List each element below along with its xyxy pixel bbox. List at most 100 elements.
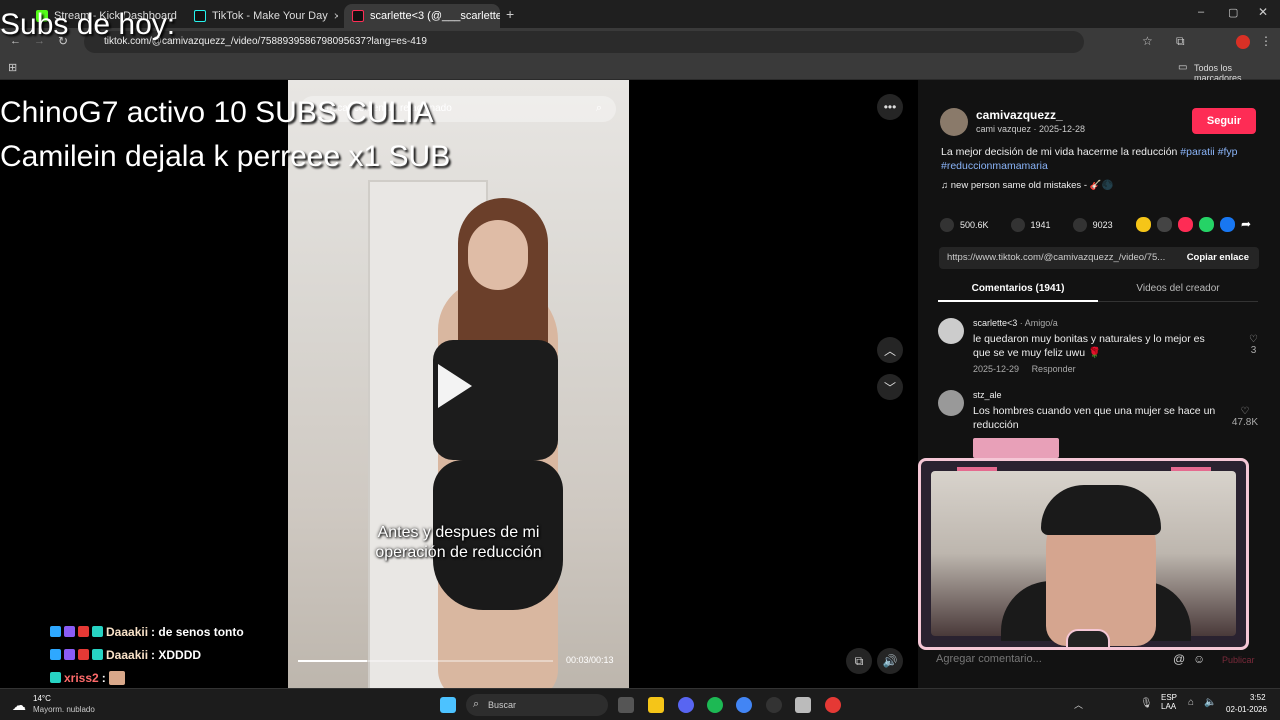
video-caption: Antes y despues de mi operación de reduc… (288, 523, 629, 563)
music-row[interactable]: ♫ new person same old mistakes - 🎸🌑 (941, 180, 1113, 191)
volume-icon[interactable]: 🔊 (877, 648, 903, 674)
streamer-webcam (918, 458, 1249, 650)
embed-icon[interactable] (1157, 217, 1172, 232)
send-icon[interactable] (1178, 217, 1193, 232)
creator-username[interactable]: camivazquezz_ (976, 108, 1063, 122)
share-url: https://www.tiktok.com/@camivazquezz_/vi… (947, 252, 1166, 263)
profile-avatar[interactable] (1236, 35, 1250, 49)
more-options-button[interactable]: ••• (877, 94, 903, 120)
new-tab-button[interactable]: + (506, 6, 514, 22)
tab-creator-videos[interactable]: Videos del creador (1098, 280, 1258, 302)
commenter-avatar[interactable] (938, 318, 964, 344)
bookmark-star-icon[interactable]: ☆ (1142, 34, 1153, 48)
webcam-hat (1041, 485, 1161, 535)
weather-temp[interactable]: 14°C (33, 694, 51, 703)
commenter-name[interactable]: scarlette<3 · Amigo/a (973, 318, 1058, 328)
play-icon[interactable] (438, 364, 472, 408)
extensions-icon[interactable]: ⧉ (1176, 34, 1185, 49)
mention-icon[interactable]: @ (1173, 652, 1185, 666)
emoji-icon[interactable]: ☺ (1193, 652, 1205, 666)
video-description: La mejor decisión de mi vida hacerme la … (941, 145, 1261, 173)
creator-subtitle: cami vazquez · 2025-12-28 (976, 124, 1086, 134)
comment-action[interactable]: 1941 (1010, 218, 1051, 232)
weather-cloud-icon[interactable]: ☁ (12, 697, 26, 714)
webcam-feed (931, 471, 1236, 646)
heart-outline-icon: ♡ (1240, 406, 1250, 417)
comment-like[interactable]: ♡ 3 (1249, 334, 1258, 356)
add-comment-input[interactable]: Agregar comentario... (936, 648, 1196, 672)
app-icon[interactable] (795, 697, 811, 713)
microphone-icon[interactable]: 🎙 (1140, 698, 1153, 709)
commenter-avatar[interactable] (938, 390, 964, 416)
folder-icon: ▭ (1178, 62, 1188, 73)
caption-line: Antes y despues de mi (377, 524, 540, 541)
chat-username: Daaakii (106, 647, 149, 662)
commenter-name[interactable]: stz_ale (973, 390, 1002, 400)
comment-like-count: 47.8K (1231, 417, 1258, 428)
obs-icon[interactable] (766, 697, 782, 713)
tab-comments[interactable]: Comentarios (1941) (938, 280, 1098, 302)
next-video-button[interactable]: ﹀ (877, 374, 903, 400)
clock-time[interactable]: 3:52 (1250, 693, 1266, 702)
tray-chevron-icon[interactable]: ︿ (1074, 698, 1083, 711)
facebook-icon[interactable] (1220, 217, 1235, 232)
save-action[interactable]: 9023 (1072, 218, 1113, 232)
chrome-icon[interactable] (736, 697, 752, 713)
chat-message: xriss2 : (50, 666, 530, 689)
whatsapp-icon[interactable] (1199, 217, 1214, 232)
discord-icon[interactable] (678, 697, 694, 713)
tab-tiktok-home[interactable]: TikTok - Make Your Day × (186, 4, 338, 28)
tab-scarlette[interactable]: scarlette<3 (@___scarlette___) × (344, 4, 500, 28)
pip-button[interactable]: ⧉ (846, 648, 872, 674)
restore-button[interactable]: ▢ (1228, 6, 1238, 19)
taskbar-search-input[interactable]: ⌕ Buscar (466, 694, 608, 716)
task-view-icon[interactable] (618, 697, 634, 713)
share-icons: ➦ (1136, 217, 1251, 232)
comment-like[interactable]: ♡ 47.8K (1232, 406, 1258, 428)
music-title: new person same old mistakes - 🎸🌑 (950, 180, 1114, 191)
caption-line: operación de reducción (375, 544, 542, 561)
copy-link-button[interactable]: Copiar enlace (1187, 252, 1249, 263)
tiktok-icon (352, 10, 364, 22)
file-explorer-icon[interactable] (648, 697, 664, 713)
spotify-icon[interactable] (707, 697, 723, 713)
follow-button[interactable]: Seguir (1192, 108, 1256, 134)
badge-icon (64, 649, 75, 660)
subs-line: Camilein dejala k perreee x1 SUB (0, 140, 451, 173)
search-icon: ⌕ (473, 698, 480, 710)
apps-grid-icon[interactable]: ⊞ (8, 61, 17, 74)
like-action[interactable]: 500.6K (940, 218, 989, 232)
address-bar-row: ← → ↻ tiktok.com/@camivazquezz_/video/75… (0, 28, 1280, 56)
speaker-icon[interactable]: 🔈 (1204, 697, 1216, 708)
window-close-button[interactable]: ✕ (1258, 5, 1268, 19)
bookmarks-bar: ⊞ ▭ Todos los marcadores (0, 56, 1280, 83)
chat-message: Daaakii : XDDDD (50, 643, 530, 666)
search-icon[interactable]: ⌕ (596, 102, 602, 115)
video-time: 00:03/00:13 (566, 655, 614, 665)
url-input[interactable]: tiktok.com/@camivazquezz_/video/75889395… (84, 31, 1084, 53)
share-arrow-icon[interactable]: ➦ (1241, 217, 1251, 232)
previous-video-button[interactable]: ︿ (877, 337, 903, 363)
language-indicator[interactable]: ESP LAA (1161, 693, 1177, 711)
windows-start-icon[interactable] (440, 697, 456, 713)
bookmark-icon (1072, 218, 1087, 232)
creator-avatar[interactable] (940, 108, 968, 136)
tab-label: scarlette<3 (@___scarlette___) (370, 10, 500, 22)
stream-chat-overlay: Daaakii : de senos tonto Daaakii : XDDDD… (50, 620, 530, 689)
webcam-logo (1066, 629, 1110, 647)
network-icon[interactable]: ⌂ (1188, 697, 1194, 708)
chat-text: : XDDDD (151, 647, 202, 662)
menu-icon[interactable]: ⋮ (1260, 34, 1272, 48)
comment-like-count: 3 (1250, 345, 1257, 356)
repost-icon[interactable] (1136, 217, 1151, 232)
close-icon[interactable]: × (334, 9, 338, 23)
recording-app-icon[interactable] (825, 697, 841, 713)
clock-date[interactable]: 02-01-2026 (1226, 705, 1267, 714)
comment-text: le quedaron muy bonitas y naturales y lo… (973, 333, 1205, 359)
comment-date: 2025-12-29 (973, 364, 1020, 374)
minimize-button[interactable]: – (1198, 6, 1204, 18)
reply-button[interactable]: Responder (1032, 364, 1076, 374)
publish-button[interactable]: Publicar (1222, 655, 1255, 665)
weather-desc: Mayorm. nublado (33, 705, 95, 714)
comment-image[interactable] (973, 438, 1059, 458)
